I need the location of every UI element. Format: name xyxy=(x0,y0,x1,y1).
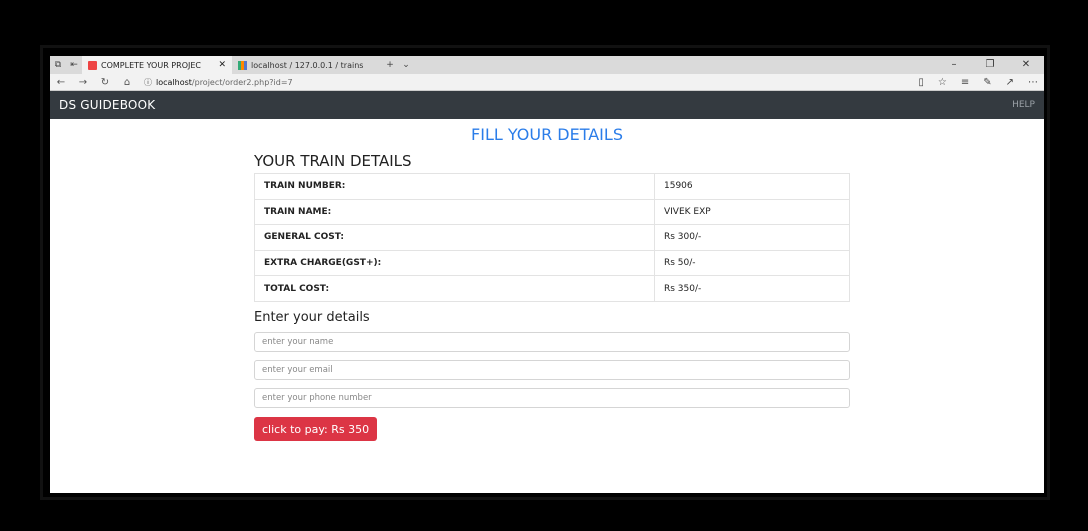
window-controls: – ❐ ✕ xyxy=(936,56,1044,74)
minimize-icon[interactable]: – xyxy=(936,56,972,74)
notes-pen-icon[interactable]: ✎ xyxy=(983,77,991,88)
detail-key: TOTAL COST: xyxy=(254,275,655,302)
address-bar: ← → ↻ ⌂ ⓘ localhost/project/order2.php?i… xyxy=(50,74,1044,91)
share-icon[interactable]: ↗ xyxy=(1006,77,1014,88)
detail-key: TRAIN NUMBER: xyxy=(254,173,655,200)
table-row: TOTAL COST: Rs 350/- xyxy=(254,275,850,302)
page-title: FILL YOUR DETAILS xyxy=(471,125,623,144)
tab-manager-icon[interactable]: ⧉ xyxy=(50,60,66,70)
site-favicon-icon xyxy=(88,60,97,70)
phpmyadmin-favicon-icon xyxy=(238,60,247,70)
site-navbar: DS GUIDEBOOK HELP xyxy=(50,91,1044,119)
more-menu-icon[interactable]: ⋯ xyxy=(1028,77,1038,88)
train-details-table: TRAIN NUMBER: 15906 TRAIN NAME: VIVEK EX… xyxy=(254,173,850,302)
new-tab-icon[interactable]: + xyxy=(382,60,398,70)
train-details-heading: YOUR TRAIN DETAILS xyxy=(254,152,412,170)
tab-label: localhost / 127.0.0.1 / trains xyxy=(251,60,364,70)
browser-window: ⧉ ⇤ COMPLETE YOUR PROJEC ✕ localhost / 1… xyxy=(50,56,1044,493)
favorite-star-icon[interactable]: ☆ xyxy=(938,77,947,88)
page-info-icon[interactable]: ⓘ xyxy=(144,77,152,88)
close-window-icon[interactable]: ✕ xyxy=(1008,56,1044,74)
detail-value: Rs 300/- xyxy=(654,224,850,251)
detail-value: Rs 50/- xyxy=(654,249,850,277)
url-path: /project/order2.php?id=7 xyxy=(191,77,293,87)
url-host: localhost xyxy=(156,77,192,87)
table-row: TRAIN NUMBER: 15906 xyxy=(254,173,850,200)
table-row: EXTRA CHARGE(GST+): Rs 50/- xyxy=(254,249,850,277)
restore-icon[interactable]: ❐ xyxy=(972,56,1008,74)
pay-button[interactable]: click to pay: Rs 350 xyxy=(254,417,378,441)
set-aside-tabs-icon[interactable]: ⇤ xyxy=(66,60,82,70)
tab-phpmyadmin[interactable]: localhost / 127.0.0.1 / trains xyxy=(232,56,382,74)
table-row: GENERAL COST: Rs 300/- xyxy=(254,224,850,251)
detail-key: GENERAL COST: xyxy=(254,224,655,251)
phone-input[interactable] xyxy=(254,388,850,408)
tab-dropdown-icon[interactable]: ⌄ xyxy=(398,60,414,70)
reading-view-icon[interactable]: ▯ xyxy=(918,77,924,88)
brand-link[interactable]: DS GUIDEBOOK xyxy=(59,98,155,112)
detail-value: VIVEK EXP xyxy=(654,198,850,226)
detail-key: EXTRA CHARGE(GST+): xyxy=(254,249,655,277)
tab-complete-project[interactable]: COMPLETE YOUR PROJEC ✕ xyxy=(82,56,232,74)
help-link[interactable]: HELP xyxy=(1012,100,1035,110)
refresh-icon[interactable]: ↻ xyxy=(94,77,116,88)
detail-value: Rs 350/- xyxy=(654,275,850,302)
home-icon[interactable]: ⌂ xyxy=(116,77,138,88)
url-field[interactable]: ⓘ localhost/project/order2.php?id=7 xyxy=(144,77,293,88)
detail-key: TRAIN NAME: xyxy=(254,198,655,226)
form-heading: Enter your details xyxy=(254,310,370,325)
back-icon[interactable]: ← xyxy=(50,77,72,88)
toolbar-icons: ▯ ☆ ≡ ✎ ↗ ⋯ xyxy=(918,74,1038,91)
detail-value: 15906 xyxy=(654,173,850,200)
favorites-list-icon[interactable]: ≡ xyxy=(961,77,969,88)
table-row: TRAIN NAME: VIVEK EXP xyxy=(254,198,850,226)
tab-label: COMPLETE YOUR PROJEC xyxy=(101,60,201,70)
name-input[interactable] xyxy=(254,332,850,352)
close-tab-icon[interactable]: ✕ xyxy=(218,60,226,70)
tab-bar: ⧉ ⇤ COMPLETE YOUR PROJEC ✕ localhost / 1… xyxy=(50,56,1044,74)
forward-icon[interactable]: → xyxy=(72,77,94,88)
email-input[interactable] xyxy=(254,360,850,380)
